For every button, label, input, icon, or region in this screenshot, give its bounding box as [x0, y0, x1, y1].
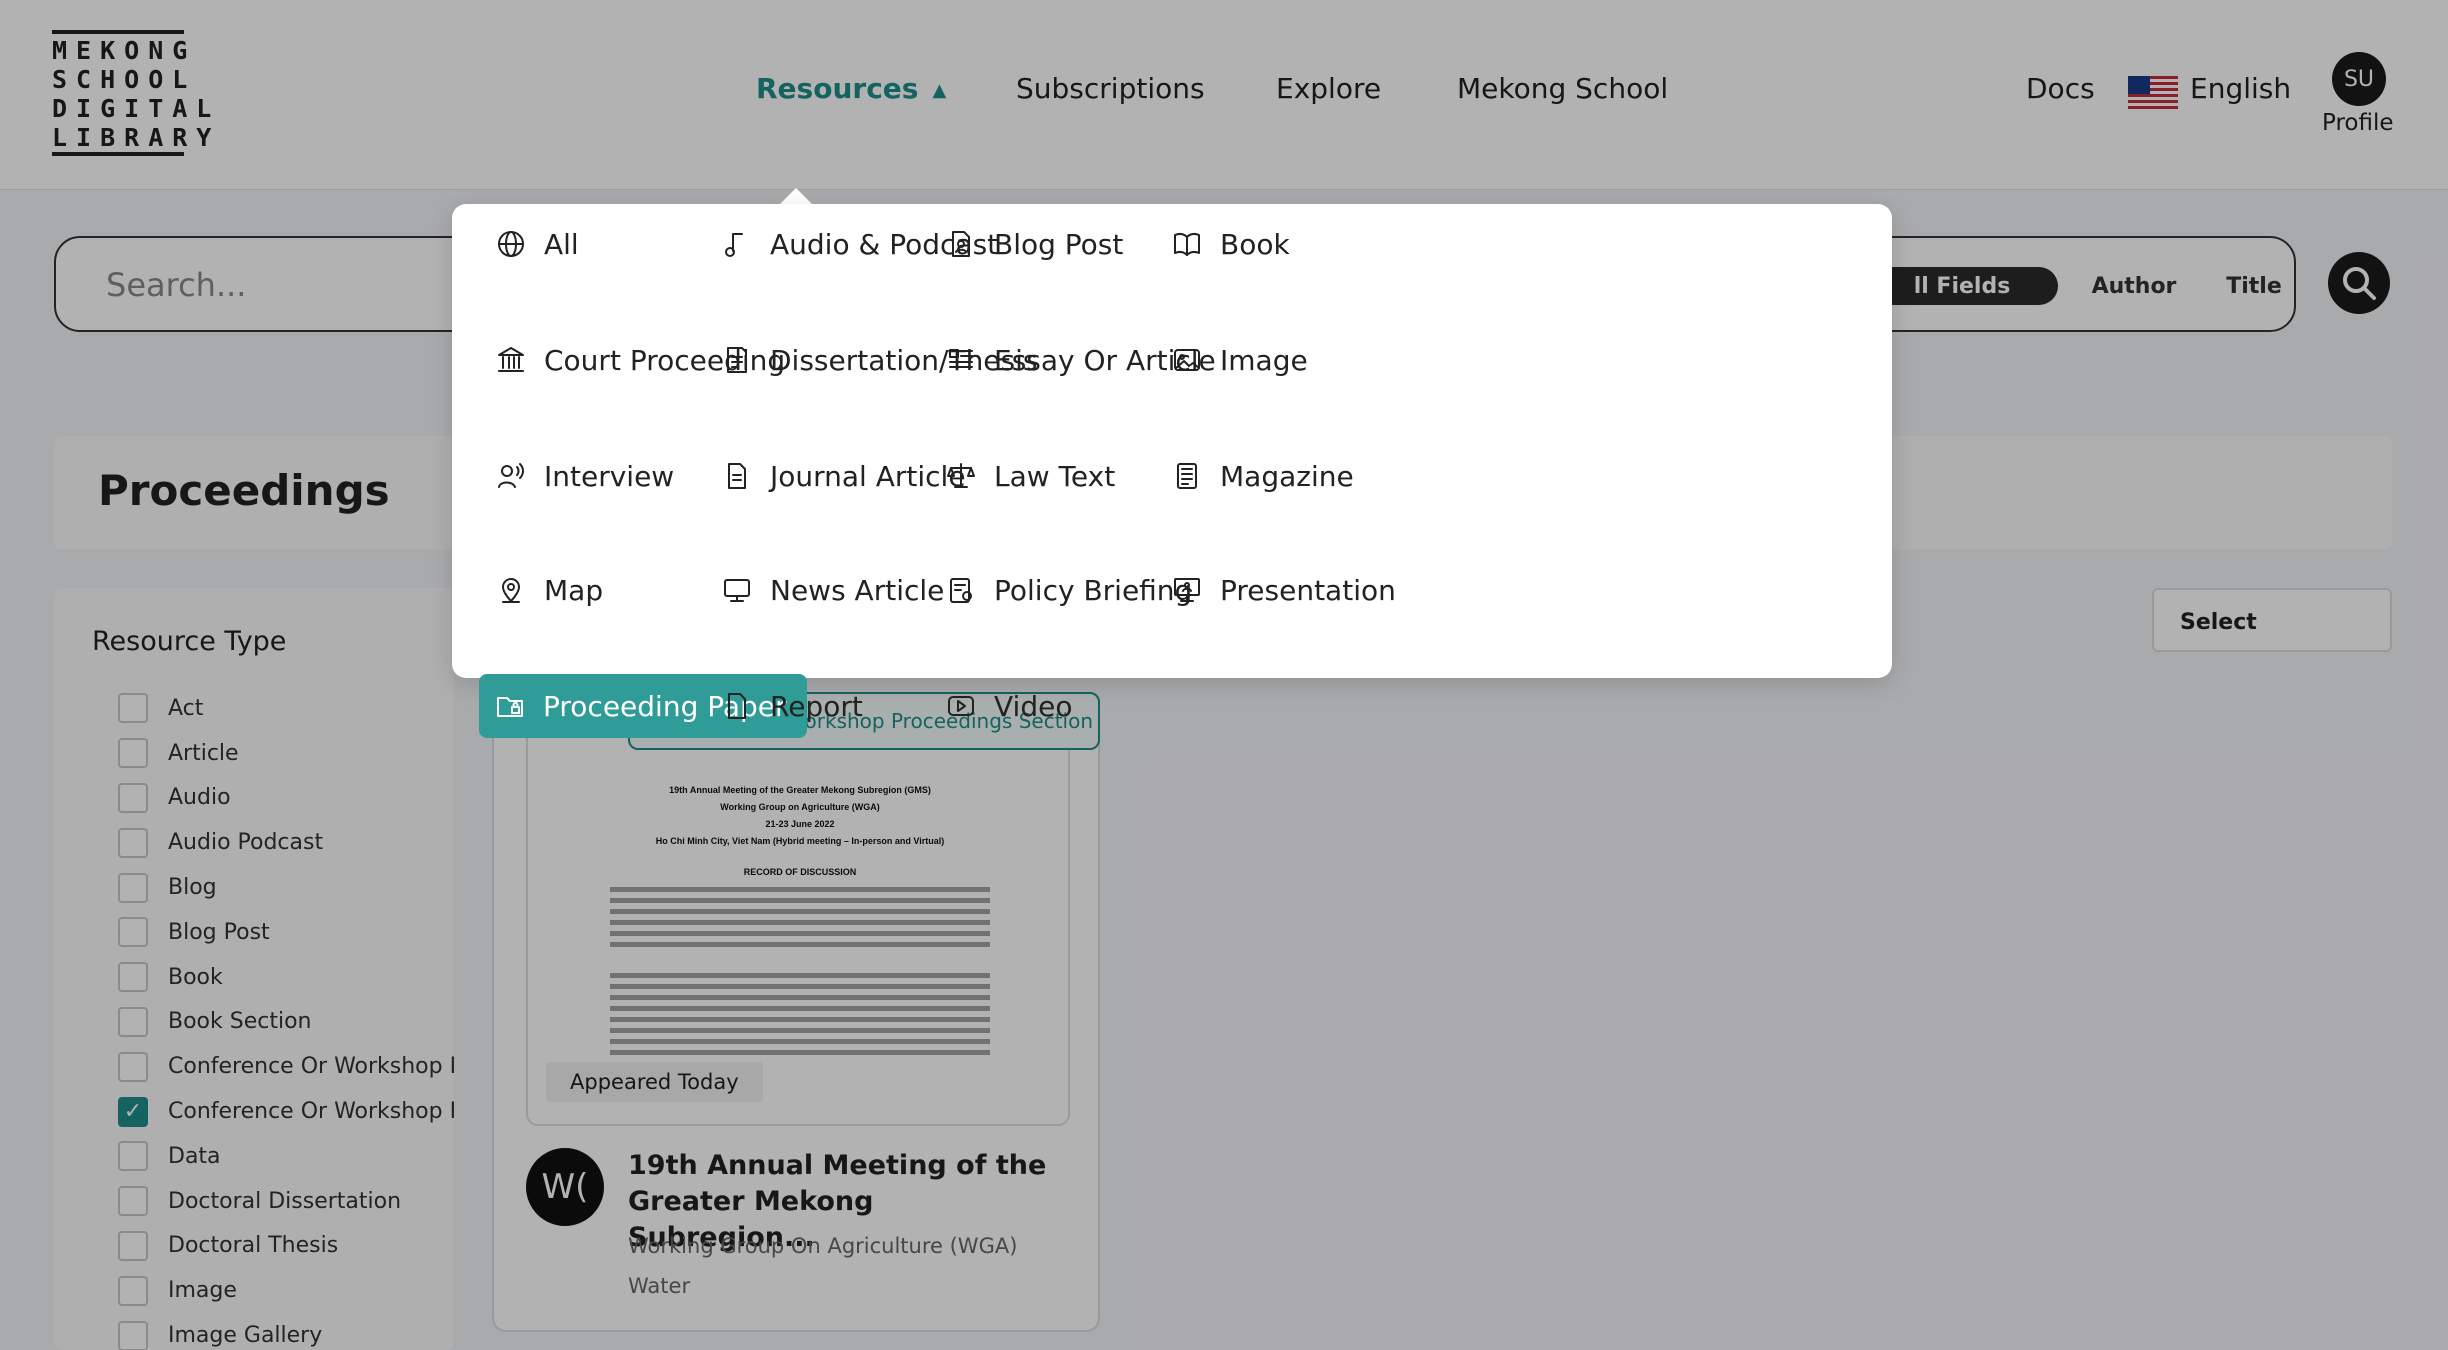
resources-dropdown: All Audio & Podcast Blog Post Book Court Pro…	[452, 204, 1892, 738]
dropdown-item-label: Presentation	[1220, 573, 1396, 607]
dropdown-item-label: Report	[770, 689, 863, 723]
video-icon	[944, 689, 978, 723]
courthouse-icon	[494, 343, 528, 377]
monitor-icon	[720, 573, 754, 607]
dropdown-item-law-text[interactable]: Law Text	[930, 444, 1129, 508]
folder-lock-icon	[493, 689, 527, 723]
dropdown-item-label: Interview	[544, 459, 675, 493]
dropdown-item-interview[interactable]: Interview	[480, 444, 688, 508]
dropdown-item-label: Law Text	[994, 459, 1116, 493]
interview-icon	[494, 459, 528, 493]
policy-icon	[944, 573, 978, 607]
music-note-icon	[720, 227, 754, 261]
file-icon	[720, 689, 754, 723]
image-icon	[1170, 343, 1204, 377]
dropdown-item-news-article[interactable]: News Article	[706, 558, 958, 622]
dropdown-item-blog-post[interactable]: Blog Post	[930, 212, 1137, 276]
dropdown-item-map[interactable]: Map	[480, 558, 617, 622]
dropdown-item-image[interactable]: Image	[1156, 328, 1322, 392]
presentation-icon	[1170, 573, 1204, 607]
document-person-icon	[944, 227, 978, 261]
dropdown-item-label: All	[544, 227, 579, 261]
journal-icon	[720, 459, 754, 493]
magazine-icon	[1170, 459, 1204, 493]
dropdown-item-label: Image	[1220, 343, 1308, 377]
dropdown-item-book[interactable]: Book	[1156, 212, 1304, 276]
scales-icon	[944, 459, 978, 493]
open-book-icon	[1170, 227, 1204, 261]
dropdown-item-video[interactable]: Video	[930, 674, 1086, 738]
dropdown-item-presentation[interactable]: Presentation	[1156, 558, 1410, 622]
dropdown-item-report[interactable]: Report	[706, 674, 877, 738]
dropdown-item-label: Book	[1220, 227, 1290, 261]
article-icon	[944, 343, 978, 377]
thesis-icon	[720, 343, 754, 377]
dropdown-item-magazine[interactable]: Magazine	[1156, 444, 1368, 508]
globe-icon	[494, 227, 528, 261]
dropdown-item-label: Video	[994, 689, 1073, 723]
dropdown-item-label: News Article	[770, 573, 945, 607]
dropdown-item-all[interactable]: All	[480, 212, 593, 276]
dropdown-item-label: Blog Post	[994, 227, 1124, 261]
dropdown-item-label: Magazine	[1220, 459, 1354, 493]
map-pin-icon	[494, 573, 528, 607]
dropdown-item-label: Map	[544, 573, 604, 607]
